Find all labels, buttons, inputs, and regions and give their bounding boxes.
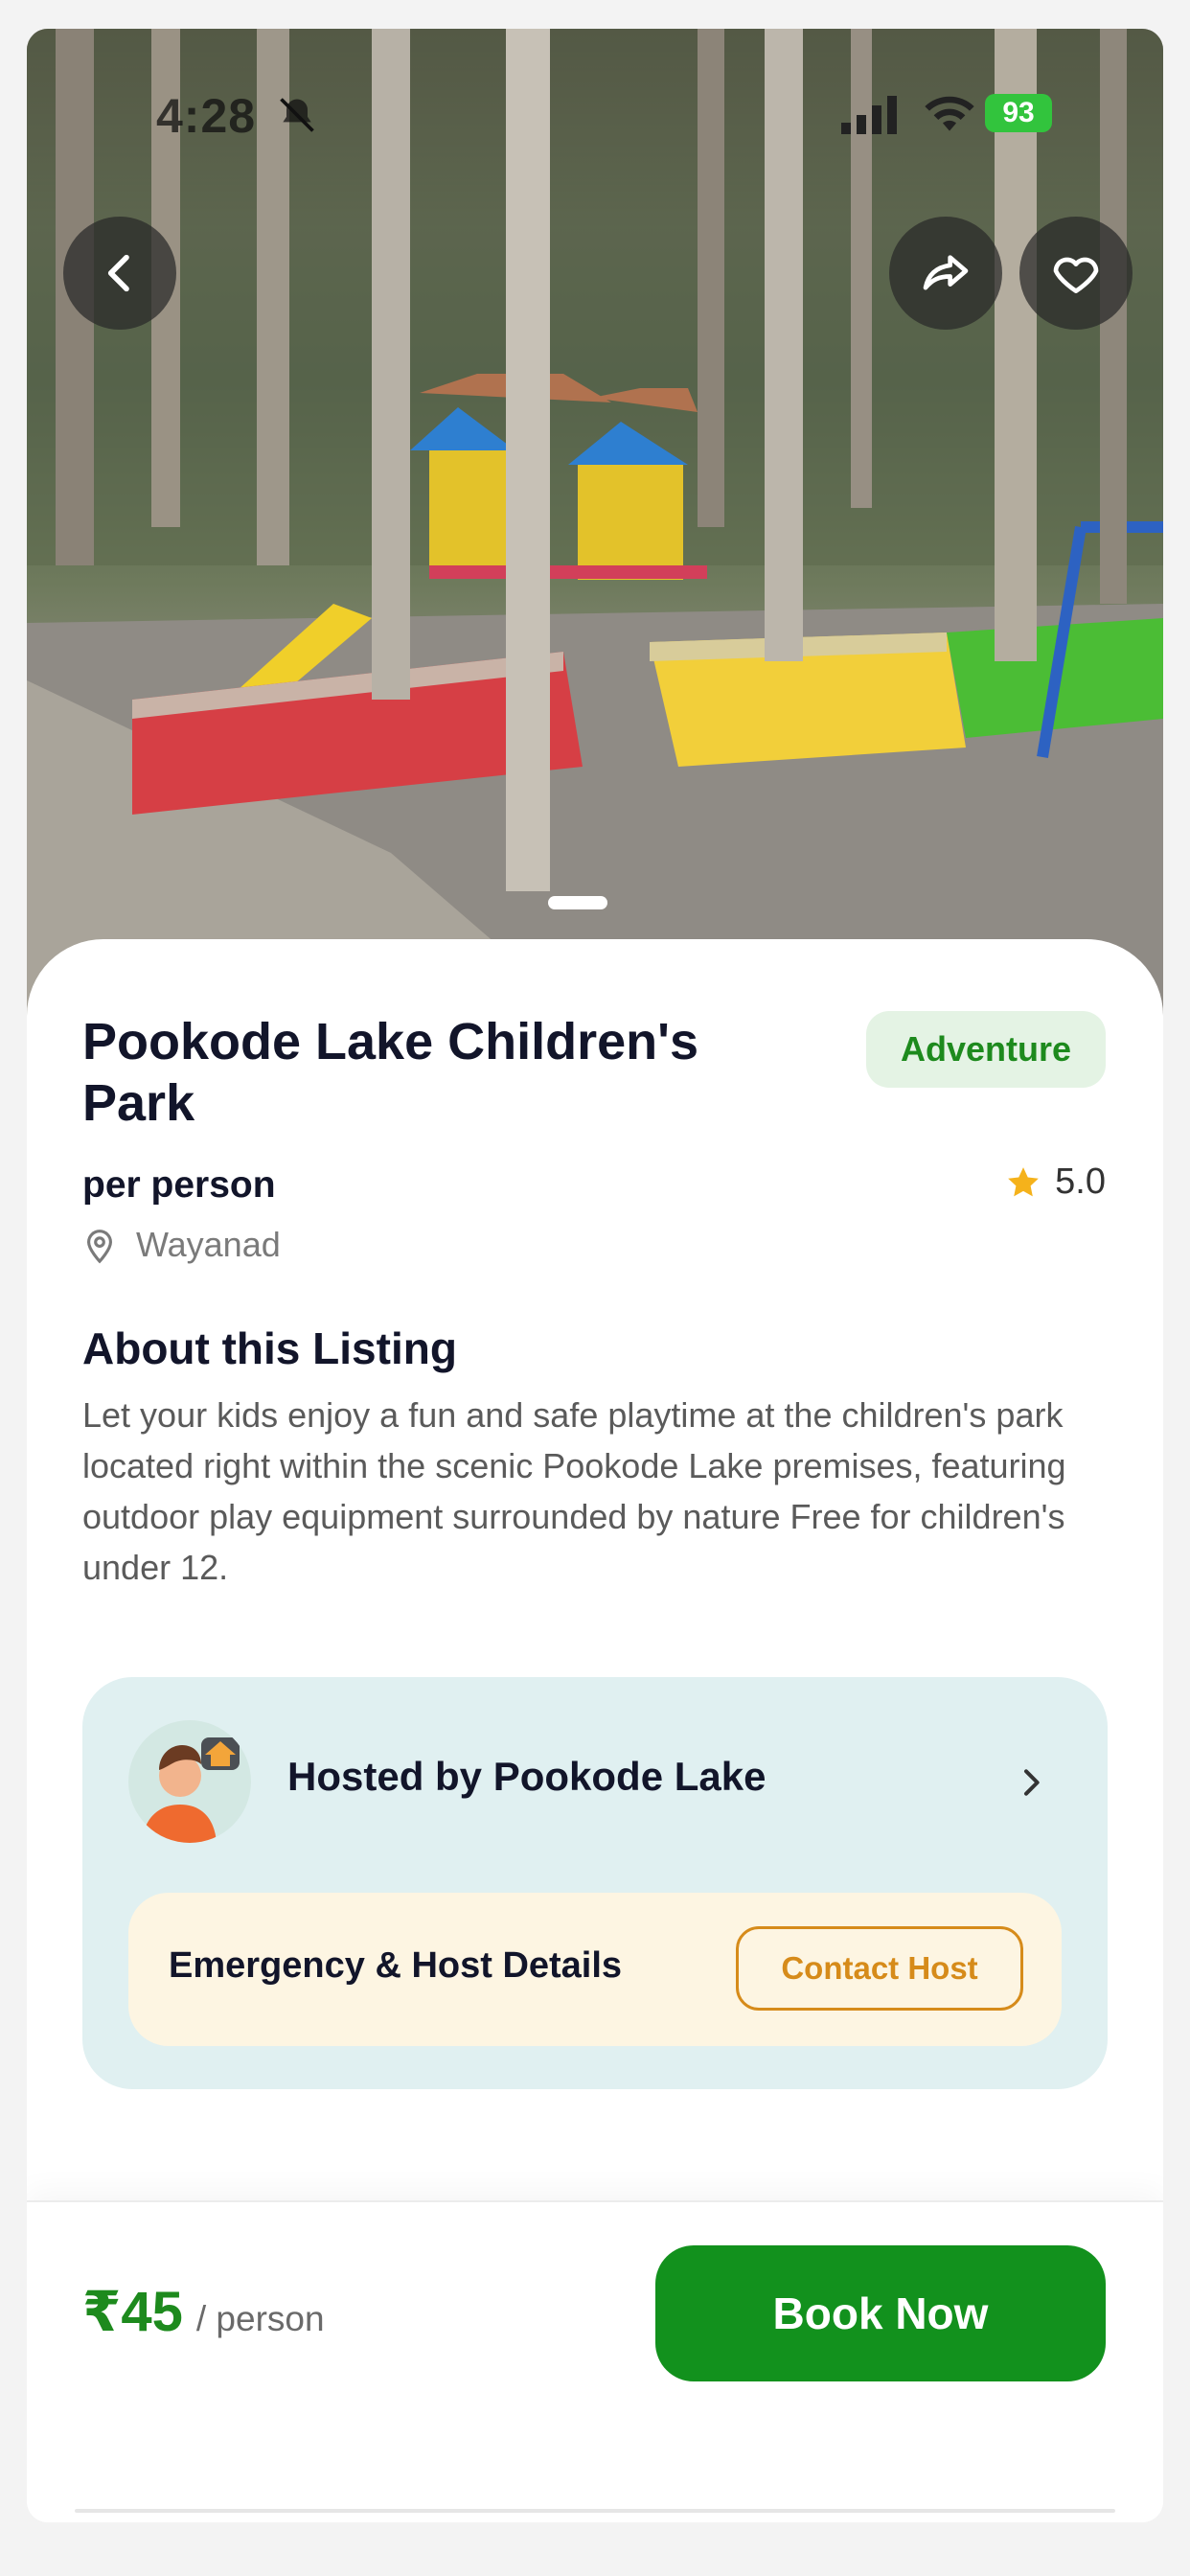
price-display: ₹45 / person [82, 2279, 325, 2344]
park-photo [27, 29, 1163, 1035]
host-avatar [128, 1720, 251, 1843]
wifi-icon [925, 96, 974, 131]
star-icon [1008, 1166, 1040, 1196]
host-name[interactable]: Hosted by Pookode Lake [287, 1754, 766, 1800]
location: Wayanad [82, 1225, 281, 1265]
booking-bar: ₹45 / person Book Now [27, 2200, 1163, 2522]
carousel-indicator[interactable] [548, 896, 607, 909]
chevron-right-icon[interactable] [1012, 1763, 1050, 1802]
location-pin-icon [86, 1230, 113, 1264]
share-icon [923, 255, 969, 290]
contact-host-button[interactable]: Contact Host [736, 1926, 1023, 2011]
home-indicator [75, 2509, 1115, 2513]
battery-indicator: 93 [985, 94, 1052, 132]
share-button[interactable] [889, 217, 1002, 330]
back-button[interactable] [63, 217, 176, 330]
emergency-label: Emergency & Host Details [169, 1945, 623, 1986]
price-label: per person [82, 1164, 276, 1206]
rating: 5.0 [1005, 1162, 1106, 1203]
host-card[interactable]: Hosted by Pookode Lake Emergency & Host … [82, 1677, 1108, 2089]
chevron-left-icon [107, 254, 129, 292]
bell-muted-icon [280, 98, 314, 132]
listing-title: Pookode Lake Children's Park [82, 1013, 698, 1132]
location-label: Wayanad [136, 1225, 281, 1264]
heart-icon [1053, 257, 1099, 293]
status-time: 4:28 [156, 89, 257, 143]
price-unit: / person [195, 2299, 325, 2338]
about-heading: About this Listing [82, 1323, 457, 1373]
price-amount: ₹45 [82, 2281, 183, 2343]
category-badge: Adventure [865, 1011, 1106, 1088]
battery-level: 93 [1002, 97, 1035, 128]
about-text: Let your kids enjoy a fun and safe playt… [82, 1395, 1066, 1587]
rating-value: 5.0 [1055, 1162, 1106, 1202]
category-label: Adventure [900, 1029, 1071, 1069]
cellular-signal-icon [841, 96, 897, 134]
book-now-button[interactable]: Book Now [655, 2245, 1106, 2381]
app-screen: 4:28 93 Pookode Lake Children's Park Adv… [27, 29, 1163, 2522]
status-bar: 4:28 93 [27, 88, 1163, 146]
host-person-icon [142, 1737, 240, 1843]
emergency-panel: Emergency & Host Details Contact Host [128, 1893, 1062, 2046]
favorite-button[interactable] [1019, 217, 1133, 330]
hero-image[interactable]: 4:28 93 [27, 29, 1163, 1035]
